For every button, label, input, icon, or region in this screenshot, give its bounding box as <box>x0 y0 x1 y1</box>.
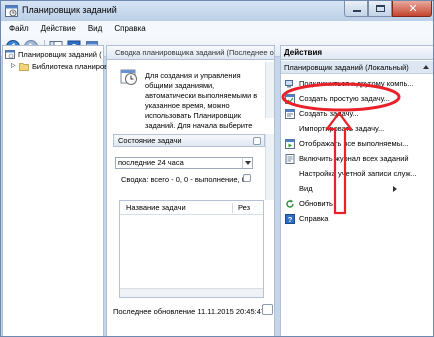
collapse-arrow-icon[interactable] <box>423 65 429 69</box>
period-dropdown[interactable]: последние 24 часа <box>115 157 253 169</box>
close-icon: ✕ <box>408 3 418 15</box>
task-summary: Сводка: всего - 0, 0 - выполнение, 0 - <box>121 175 251 184</box>
menu-bar: Файл Действие Вид Справка <box>1 21 433 37</box>
log-icon <box>285 154 295 164</box>
action-view[interactable]: Вид <box>281 182 433 196</box>
close-button[interactable]: ✕ <box>392 1 432 17</box>
scheduler-icon <box>5 50 15 59</box>
actions-group-label: Планировщик заданий (Локальный) <box>284 63 409 72</box>
scheduler-app-icon <box>5 5 18 17</box>
actions-pane: Действия Планировщик заданий (Локальный)… <box>280 45 433 336</box>
expand-arrow-icon[interactable]: ▷ <box>11 60 16 73</box>
menu-view[interactable]: Вид <box>82 21 108 37</box>
maximize-button[interactable] <box>368 1 392 17</box>
column-task-name[interactable]: Название задачи <box>126 201 186 215</box>
task-scheduler-window: Планировщик заданий ✕ Файл Действие Вид … <box>0 0 434 337</box>
last-update-text: Последнее обновление 11.11.2015 20:45:47 <box>113 307 266 316</box>
summary-header: Сводка планировщика заданий (Последнее о… <box>107 46 274 60</box>
action-import-task: Импортировать задачу... <box>281 122 433 136</box>
action-label: Отображать все выполняемы... <box>299 139 409 148</box>
summary-pane: Сводка планировщика заданий (Последнее о… <box>106 45 275 336</box>
actions-group-header[interactable]: Планировщик заданий (Локальный) <box>281 61 433 74</box>
clock-calendar-icon <box>120 69 137 85</box>
column-divider[interactable] <box>232 203 233 213</box>
svg-text:?: ? <box>288 215 293 224</box>
running-tasks-icon <box>285 139 295 149</box>
refresh-summary-button[interactable] <box>262 304 273 315</box>
menu-action[interactable]: Действие <box>35 21 82 37</box>
help-icon: ? <box>285 214 295 224</box>
action-help[interactable]: ? Справка <box>281 212 433 226</box>
menu-file[interactable]: Файл <box>1 21 35 37</box>
minimize-icon <box>353 10 361 12</box>
action-create-task[interactable]: Создать задачу... <box>281 107 433 121</box>
create-task-icon <box>285 109 295 119</box>
action-label: Создать простую задачу... <box>299 94 390 103</box>
action-create-basic-task[interactable]: Создать простую задачу... <box>281 92 433 106</box>
overview-scrollbar[interactable] <box>265 62 274 118</box>
submenu-arrow-icon <box>393 186 397 192</box>
overview-description: Для создания и управления общими задания… <box>145 71 258 140</box>
action-connect[interactable]: Подключиться к другому компь... <box>281 77 433 91</box>
action-label: Вид <box>299 184 313 193</box>
actions-header: Действия <box>281 46 433 60</box>
table-header: Название задачи Рез <box>120 201 263 215</box>
tree-item-label: Библиотека планиров <box>32 62 109 71</box>
connect-icon <box>285 80 293 88</box>
chevron-down-icon[interactable] <box>242 158 252 168</box>
period-value: последние 24 часа <box>118 158 184 167</box>
maximize-icon <box>376 5 385 12</box>
window-controls: ✕ <box>344 1 432 17</box>
task-table: Название задачи Рез <box>119 200 264 298</box>
folder-icon <box>19 63 29 71</box>
action-label: Обновить <box>299 199 333 208</box>
minimize-button[interactable] <box>344 1 368 17</box>
action-label: Включить журнал всех заданий <box>299 154 409 163</box>
task-status-section[interactable]: Состояние задачи <box>113 134 265 147</box>
console-tree: Планировщик заданий ( ▷ Библиотека плани… <box>2 45 108 336</box>
action-show-running[interactable]: Отображать все выполняемы... <box>281 137 433 151</box>
action-label: Настройка учетной записи служ... <box>299 169 417 178</box>
action-label: Импортировать задачу... <box>299 124 385 133</box>
table-hscrollbar[interactable] <box>120 288 263 297</box>
section-title-label: Состояние задачи <box>118 136 182 145</box>
action-account-settings[interactable]: Настройка учетной записи служ... <box>281 167 433 181</box>
title-bar[interactable]: Планировщик заданий ✕ <box>1 1 433 21</box>
menu-help[interactable]: Справка <box>108 21 151 37</box>
create-basic-task-icon <box>285 94 295 104</box>
action-refresh[interactable]: Обновить <box>281 197 433 211</box>
action-label: Справка <box>299 214 329 223</box>
collapse-icon[interactable] <box>253 137 261 145</box>
window-title: Планировщик заданий <box>22 5 117 15</box>
refresh-icon <box>286 199 294 208</box>
status-scrollbar[interactable] <box>265 134 274 200</box>
column-result[interactable]: Рез <box>238 201 250 215</box>
summary-expand-icon[interactable] <box>243 174 251 182</box>
action-label: Создать задачу... <box>299 109 359 118</box>
action-enable-log[interactable]: Включить журнал всех заданий <box>281 152 433 166</box>
action-label: Подключиться к другому компь... <box>299 79 414 88</box>
